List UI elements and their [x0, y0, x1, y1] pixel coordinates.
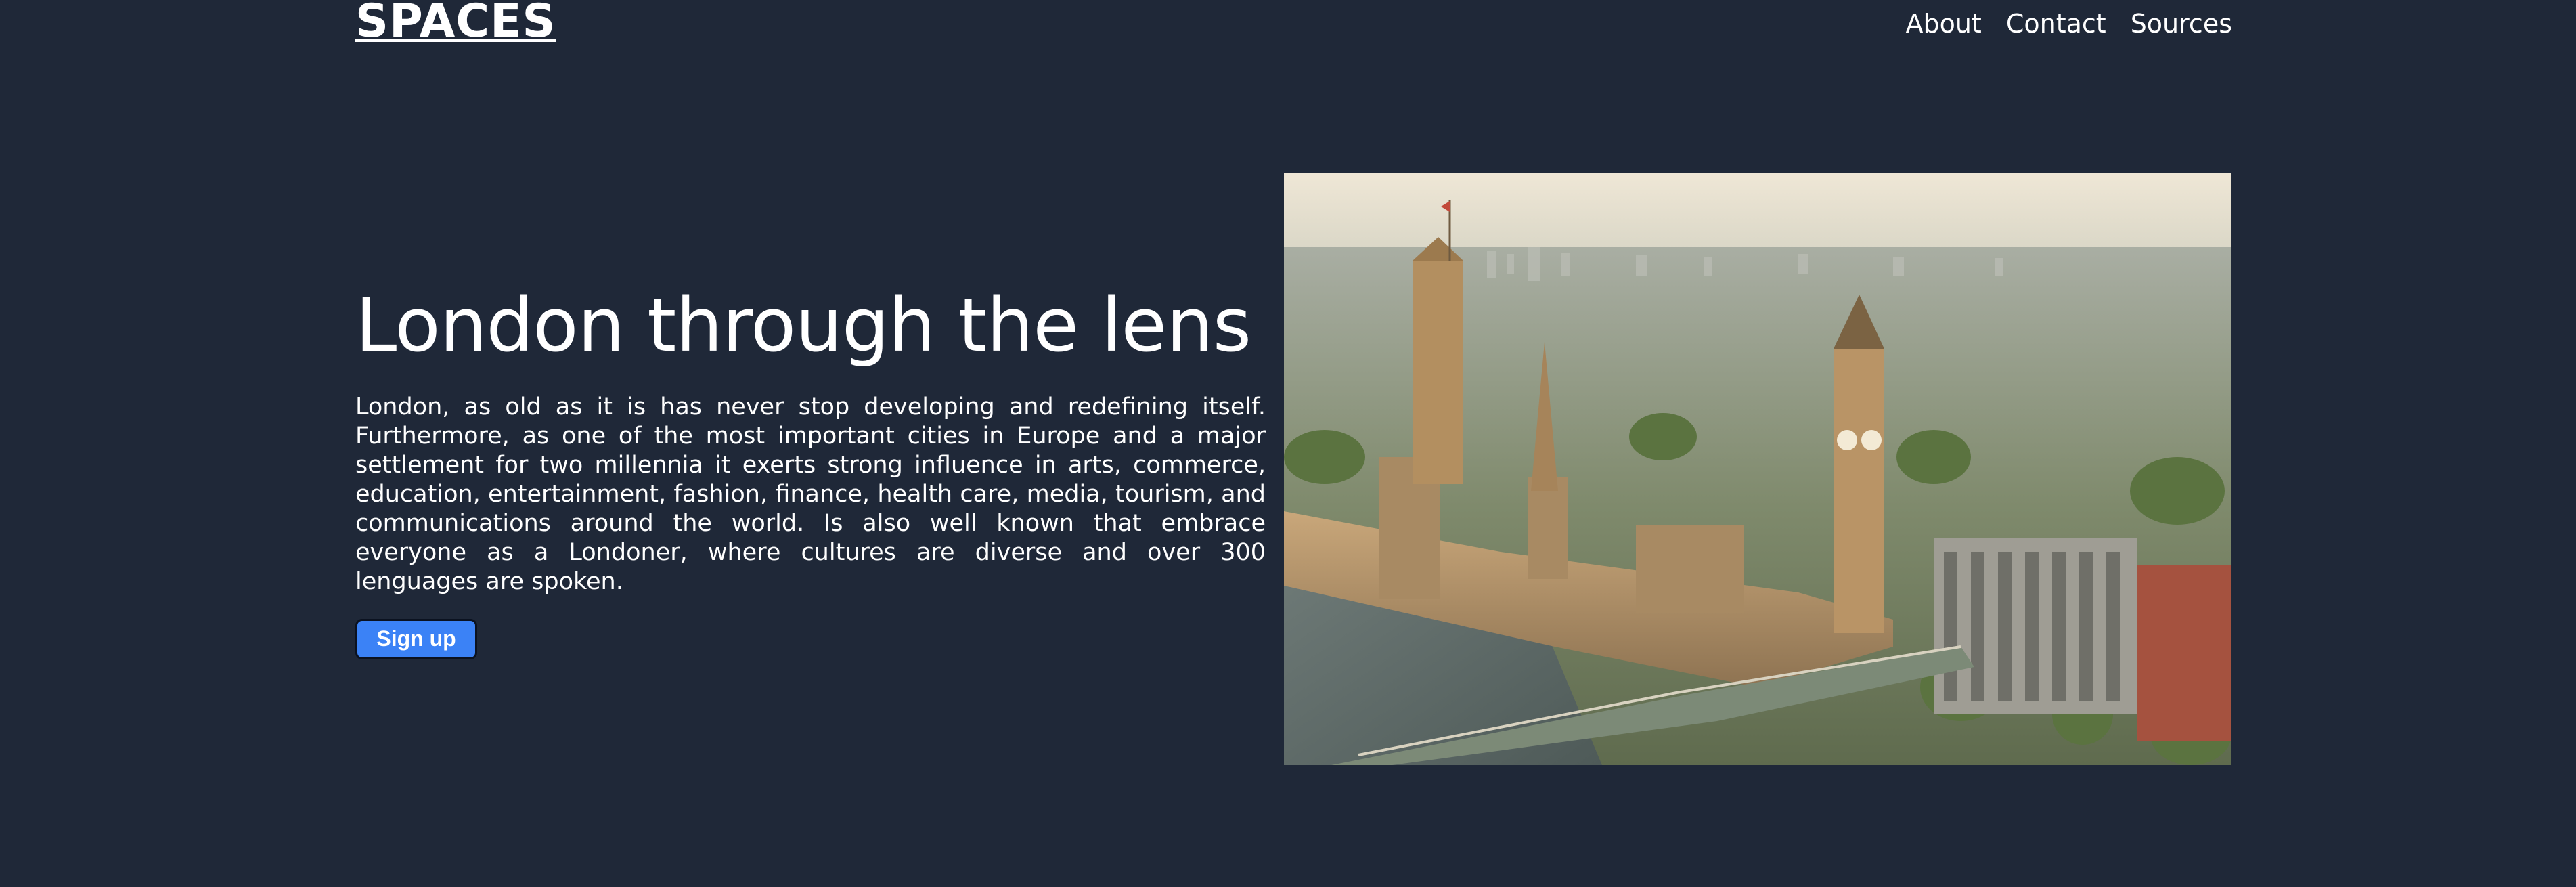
site-header: SPACES About Contact Sources: [355, 0, 2232, 51]
main-nav: About Contact Sources: [1905, 7, 2232, 41]
hero-description: London, as old as it is has never stop d…: [355, 393, 1266, 595]
logo-link[interactable]: SPACES: [355, 0, 556, 49]
hero-text: London through the lens London, as old a…: [355, 271, 1266, 659]
sign-up-button[interactable]: Sign up: [355, 619, 477, 659]
page: SPACES About Contact Sources London thro…: [0, 0, 2576, 887]
nav-about-link[interactable]: About: [1905, 7, 1981, 41]
london-westminster-photo: [1284, 173, 2231, 765]
nav-sources-link[interactable]: Sources: [2131, 7, 2232, 41]
nav-contact-link[interactable]: Contact: [2006, 7, 2106, 41]
hero-title: London through the lens: [355, 282, 1251, 368]
